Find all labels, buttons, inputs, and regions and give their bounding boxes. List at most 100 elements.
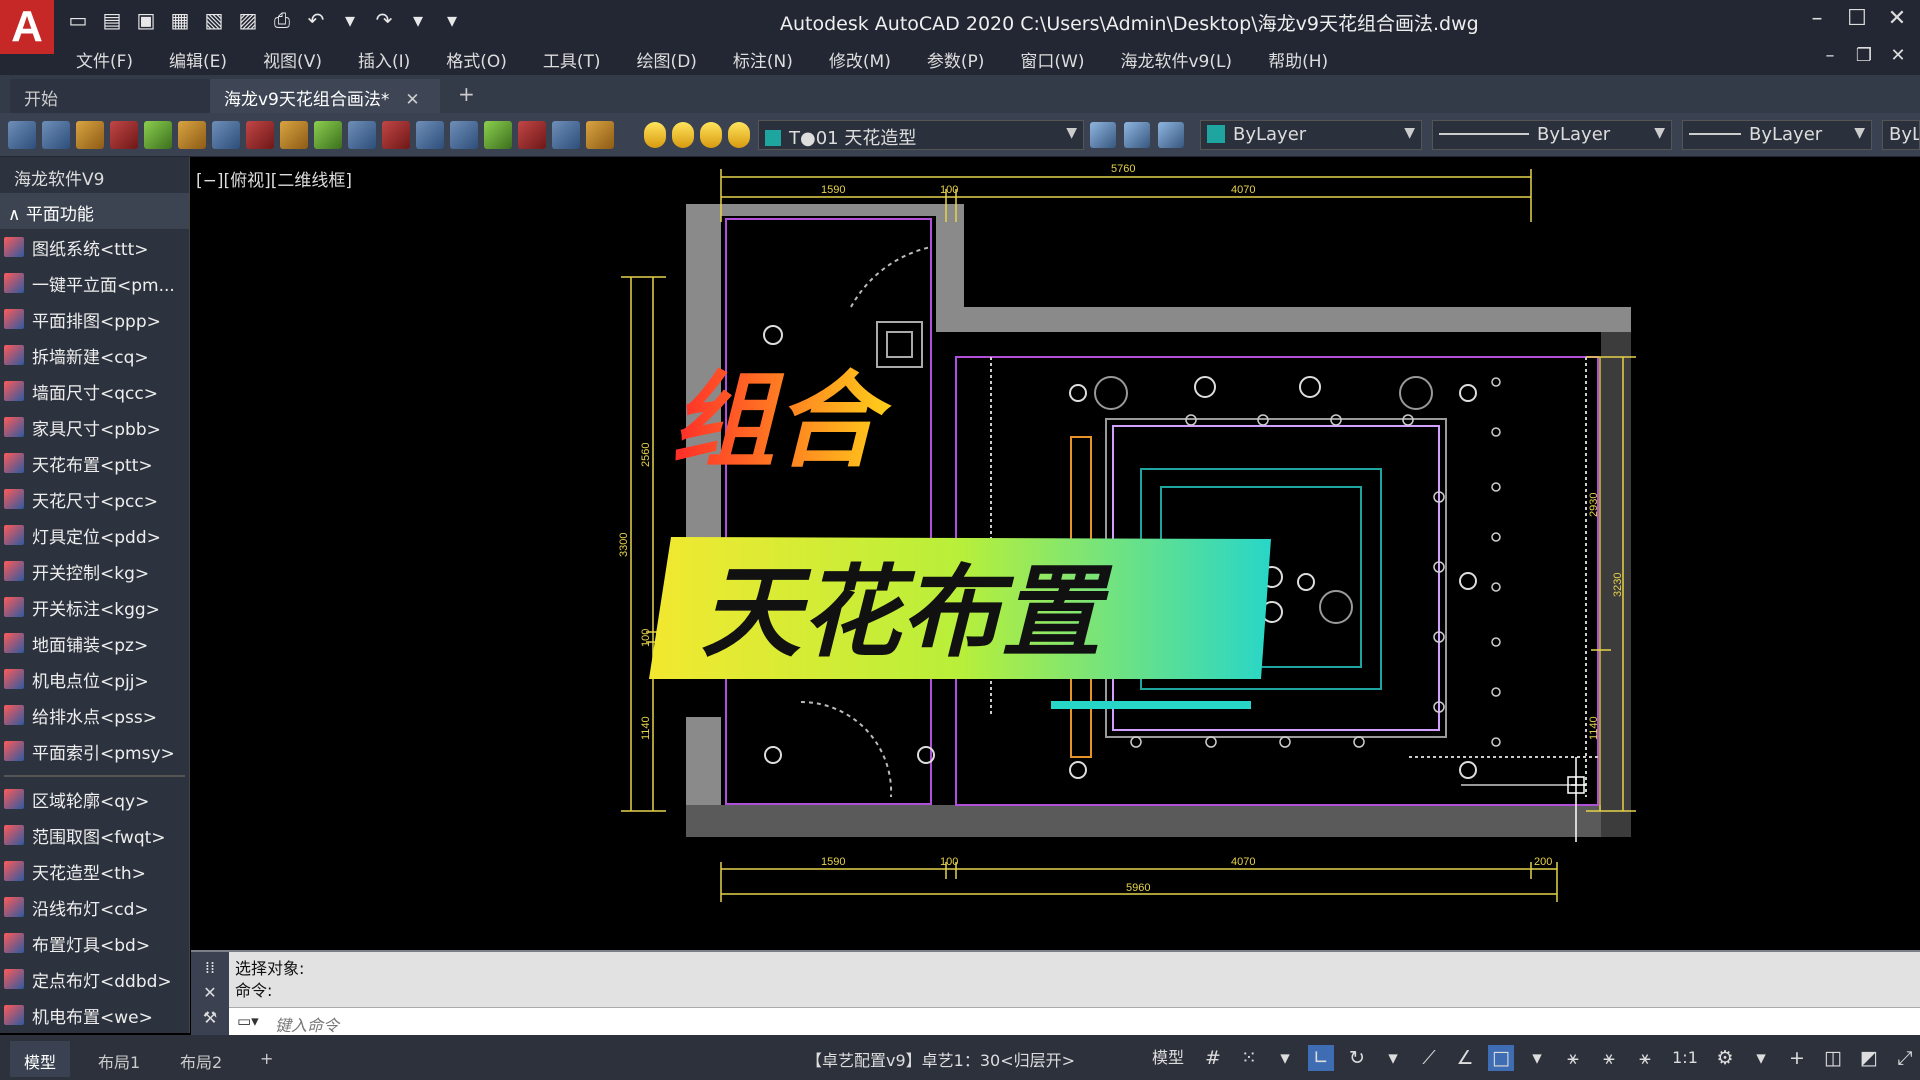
sidebar-item-switch-control[interactable]: 开关控制<kg>: [0, 553, 189, 589]
new-file-icon[interactable]: ▭: [64, 6, 92, 34]
command-prompt-icon[interactable]: ▭▾: [237, 1012, 259, 1030]
annotation-visibility-icon[interactable]: ⚹: [1560, 1045, 1586, 1071]
tool-icon-7[interactable]: [212, 121, 240, 149]
layer-frame-icon[interactable]: [700, 122, 722, 148]
tool-icon-13[interactable]: [416, 121, 444, 149]
drawing-canvas[interactable]: 5760 1590 100 4070 1590 100 4070 200 596…: [191, 157, 1920, 950]
redo-icon[interactable]: ↷: [370, 6, 398, 34]
sidebar-item-floor-tiling[interactable]: 地面铺装<pz>: [0, 625, 189, 661]
snap-icon[interactable]: ⁙: [1236, 1045, 1262, 1071]
customize-dropdown-icon[interactable]: ▾: [438, 6, 466, 34]
polar-icon[interactable]: ↻: [1344, 1045, 1370, 1071]
auto-scale-icon[interactable]: ⚹: [1596, 1045, 1622, 1071]
layer-lock-icon[interactable]: [728, 122, 750, 148]
grip-icon[interactable]: ⁞⁞: [191, 958, 229, 977]
tab-drawing[interactable]: 海龙v9天花组合画法* ✕: [210, 79, 440, 113]
doc-restore-button[interactable]: ❐: [1852, 45, 1876, 66]
object-snap-icon[interactable]: □: [1488, 1045, 1514, 1071]
make-current-icon[interactable]: [1090, 122, 1116, 148]
menu-hailong[interactable]: 海龙软件v9(L): [1120, 47, 1232, 72]
tab-model[interactable]: 模型: [10, 1041, 71, 1077]
polar-dropdown-icon[interactable]: ▾: [1380, 1045, 1406, 1071]
sidebar-item-ceiling-dim[interactable]: 天花尺寸<pcc>: [0, 481, 189, 517]
open-icon[interactable]: [8, 121, 36, 149]
menu-file[interactable]: 文件(F): [76, 47, 133, 72]
autocad-logo-button[interactable]: A: [0, 0, 54, 54]
layer-states-icon[interactable]: [1158, 122, 1184, 148]
menu-help[interactable]: 帮助(H): [1268, 47, 1328, 72]
object-snap-tracking-icon[interactable]: ∠: [1452, 1045, 1478, 1071]
layer-on-icon[interactable]: [644, 122, 666, 148]
section-header[interactable]: ∧ 平面功能: [0, 193, 189, 229]
settings-dropdown-icon[interactable]: ▾: [1748, 1045, 1774, 1071]
save-icon[interactable]: [42, 121, 70, 149]
redo-dropdown-icon[interactable]: ▾: [404, 6, 432, 34]
menu-view[interactable]: 视图(V): [263, 47, 322, 72]
tool-icon-6[interactable]: [178, 121, 206, 149]
menu-draw[interactable]: 绘图(D): [637, 47, 697, 72]
tool-icon-14[interactable]: [450, 121, 478, 149]
tool-icon-9[interactable]: [280, 121, 308, 149]
sidebar-item-furniture-dim[interactable]: 家具尺寸<pbb>: [0, 409, 189, 445]
sidebar-item-mep-layout[interactable]: 机电布置<we>: [0, 997, 189, 1033]
menu-dimension[interactable]: 标注(N): [733, 47, 793, 72]
tool-icon-17[interactable]: [552, 121, 580, 149]
fullscreen-icon[interactable]: ⤢: [1892, 1045, 1918, 1071]
tool-icon-16[interactable]: [518, 121, 546, 149]
model-space-label[interactable]: 模型: [1146, 1045, 1190, 1071]
sidebar-item-point-lights[interactable]: 定点布灯<ddbd>: [0, 961, 189, 997]
tool-icon-12[interactable]: [382, 121, 410, 149]
linetype-dropdown[interactable]: ByLayer ▼: [1432, 120, 1672, 150]
tool-icon-15[interactable]: [484, 121, 512, 149]
doc-minimize-button[interactable]: –: [1818, 45, 1842, 66]
doc-close-button[interactable]: ✕: [1886, 45, 1910, 66]
save-icon[interactable]: ▣: [132, 6, 160, 34]
gear-icon[interactable]: ⚙: [1712, 1045, 1738, 1071]
tab-layout1[interactable]: 布局1: [84, 1041, 154, 1077]
tab-layout2[interactable]: 布局2: [166, 1041, 236, 1077]
sidebar-item-line-lights[interactable]: 沿线布灯<cd>: [0, 889, 189, 925]
command-input[interactable]: ▭▾ 键入命令: [229, 1007, 1920, 1037]
minimize-button[interactable]: –: [1804, 4, 1830, 34]
sidebar-item-light-position[interactable]: 灯具定位<pdd>: [0, 517, 189, 553]
save-as-icon[interactable]: ▦: [166, 6, 194, 34]
menu-window[interactable]: 窗口(W): [1020, 47, 1084, 72]
hardware-accel-icon[interactable]: ◩: [1856, 1045, 1882, 1071]
scale-label[interactable]: 1:1: [1668, 1045, 1702, 1071]
tool-icon-10[interactable]: [314, 121, 342, 149]
menu-format[interactable]: 格式(O): [446, 47, 507, 72]
sidebar-item-ceiling-shape[interactable]: 天花造型<th>: [0, 853, 189, 889]
sidebar-item-wall-dim[interactable]: 墙面尺寸<qcc>: [0, 373, 189, 409]
tab-start[interactable]: 开始: [10, 79, 210, 113]
print-icon[interactable]: ⎙: [268, 6, 296, 34]
maximize-button[interactable]: ☐: [1844, 4, 1870, 34]
add-layout-button[interactable]: +: [246, 1041, 287, 1077]
sidebar-item-plan-index[interactable]: 平面索引<pmsy>: [0, 733, 189, 769]
close-command-icon[interactable]: ✕: [191, 983, 229, 1002]
ortho-icon[interactable]: ∟: [1308, 1045, 1334, 1071]
color-dropdown[interactable]: ByLayer ▼: [1200, 120, 1422, 150]
menu-tools[interactable]: 工具(T): [543, 47, 601, 72]
menu-modify[interactable]: 修改(M): [829, 47, 891, 72]
sidebar-item-plan-elevation[interactable]: 一键平立面<pm...: [0, 265, 189, 301]
sidebar-item-plan-layout[interactable]: 平面排图<ppp>: [0, 301, 189, 337]
tool-icon-18[interactable]: [586, 121, 614, 149]
sidebar-item-ceiling-layout[interactable]: 天花布置<ptt>: [0, 445, 189, 481]
object-snap-dropdown-icon[interactable]: ▾: [1524, 1045, 1550, 1071]
grid-icon[interactable]: #: [1200, 1045, 1226, 1071]
sidebar-item-switch-label[interactable]: 开关标注<kgg>: [0, 589, 189, 625]
customize-wrench-icon[interactable]: ⚒: [191, 1008, 229, 1027]
layer-previous-icon[interactable]: [1124, 122, 1150, 148]
sidebar-item-place-lights[interactable]: 布置灯具<bd>: [0, 925, 189, 961]
sidebar-item-mep-points[interactable]: 机电点位<pjj>: [0, 661, 189, 697]
viewport-controls[interactable]: [−][俯视][二维线框]: [196, 166, 352, 191]
menu-insert[interactable]: 插入(I): [358, 47, 410, 72]
isolate-icon[interactable]: ◫: [1820, 1045, 1846, 1071]
tool-icon-11[interactable]: [348, 121, 376, 149]
open-file-icon[interactable]: ▤: [98, 6, 126, 34]
tool-icon-8[interactable]: [246, 121, 274, 149]
undo-dropdown-icon[interactable]: ▾: [336, 6, 364, 34]
match-properties-icon[interactable]: [144, 121, 172, 149]
sidebar-item-water-points[interactable]: 给排水点<pss>: [0, 697, 189, 733]
sidebar-item-region-outline[interactable]: 区域轮廓<qy>: [0, 781, 189, 817]
